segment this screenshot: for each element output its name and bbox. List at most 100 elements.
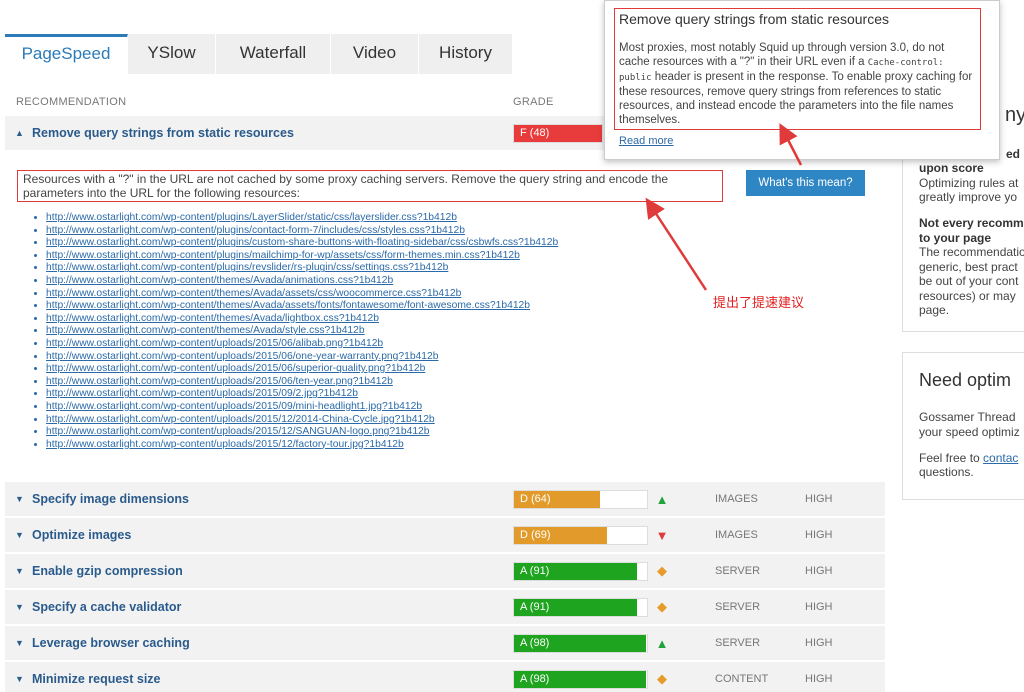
recommendation-title[interactable]: Enable gzip compression — [32, 564, 183, 578]
resource-url-link[interactable]: http://www.ostarlight.com/wp-content/the… — [46, 325, 365, 336]
resource-url-link[interactable]: http://www.ostarlight.com/wp-content/upl… — [46, 426, 430, 437]
caret-down-icon: ▼ — [15, 494, 24, 504]
resource-url-item: http://www.ostarlight.com/wp-content/plu… — [46, 212, 558, 225]
recommendation-row[interactable]: ▼ Specify image dimensions D (64) ▲ IMAGES HI… — [5, 482, 885, 516]
column-header-recommendation: RECOMMENDATION — [16, 96, 127, 108]
recommendation-title[interactable]: Specify a cache validator — [32, 600, 181, 614]
resource-url-link[interactable]: http://www.ostarlight.com/wp-content/the… — [46, 300, 530, 311]
recommendation-type: IMAGES — [715, 529, 758, 541]
resource-url-link[interactable]: http://www.ostarlight.com/wp-content/upl… — [46, 439, 404, 450]
resource-url-link[interactable]: http://www.ostarlight.com/wp-content/upl… — [46, 414, 435, 425]
side-panel-bold-fragment: ed — [1006, 147, 1021, 161]
resource-url-link[interactable]: http://www.ostarlight.com/wp-content/plu… — [46, 262, 448, 273]
grade-fill: A (98) — [514, 670, 646, 688]
recommendation-priority: HIGH — [805, 637, 833, 649]
side-panel-subheading: upon score — [919, 161, 984, 175]
side-panel-text: page. — [919, 303, 950, 317]
side-panel-text: Optimizing rules at — [919, 176, 1019, 190]
tab-pagespeed[interactable]: PageSpeed — [5, 34, 128, 74]
resource-url-link[interactable]: http://www.ostarlight.com/wp-content/upl… — [46, 401, 422, 412]
resource-url-item: http://www.ostarlight.com/wp-content/upl… — [46, 338, 558, 351]
recommendation-priority: HIGH — [805, 529, 833, 541]
recommendation-type: CONTENT — [715, 673, 769, 685]
grade-bar: D (64) — [513, 489, 648, 509]
resource-url-item: http://www.ostarlight.com/wp-content/the… — [46, 275, 558, 288]
resource-url-item: http://www.ostarlight.com/wp-content/the… — [46, 313, 558, 326]
side-panel-text: The recommendatio — [919, 245, 1024, 259]
caret-down-icon: ▼ — [15, 566, 24, 576]
resource-url-item: http://www.ostarlight.com/wp-content/upl… — [46, 439, 558, 452]
resource-url-item: http://www.ostarlight.com/wp-content/plu… — [46, 225, 558, 238]
side-panel-text: resources) or may — [919, 289, 1016, 303]
recommendation-priority: HIGH — [805, 673, 833, 685]
side-panel-subheading: to your page — [919, 231, 992, 245]
recommendation-title[interactable]: Optimize images — [32, 528, 131, 542]
recommendation-row[interactable]: ▼ Enable gzip compression A (91) ◆ SERVER HIG… — [5, 554, 885, 588]
trend-up-icon: ▲ — [655, 635, 669, 651]
resource-url-link[interactable]: http://www.ostarlight.com/wp-content/upl… — [46, 338, 383, 349]
recommendation-title[interactable]: Leverage browser caching — [32, 636, 190, 650]
resource-url-link[interactable]: http://www.ostarlight.com/wp-content/upl… — [46, 351, 438, 362]
tooltip-text-part: header is present in the response. To en… — [619, 71, 973, 126]
trend-down-icon: ▼ — [655, 527, 669, 543]
grade-fill: A (91) — [514, 598, 637, 616]
tooltip-popup: Remove query strings from static resourc… — [604, 0, 1000, 160]
resource-url-link[interactable]: http://www.ostarlight.com/wp-content/upl… — [46, 376, 393, 387]
grade-bar: A (98) — [513, 669, 648, 689]
side-panel-text: Feel free to contac — [919, 451, 1018, 466]
grade-bar: A (91) — [513, 561, 648, 581]
caret-down-icon: ▼ — [15, 638, 24, 648]
grade-fill: A (91) — [514, 562, 637, 580]
resource-url-link[interactable]: http://www.ostarlight.com/wp-content/plu… — [46, 250, 520, 261]
resource-url-link[interactable]: http://www.ostarlight.com/wp-content/plu… — [46, 237, 558, 248]
resource-url-link[interactable]: http://www.ostarlight.com/wp-content/the… — [46, 288, 461, 299]
resource-url-link[interactable]: http://www.ostarlight.com/wp-content/plu… — [46, 225, 465, 236]
grade-bar: A (98) — [513, 633, 648, 653]
recommendation-row[interactable]: ▼ Optimize images D (69) ▼ IMAGES HIGH — [5, 518, 885, 552]
whats-this-mean-button[interactable]: What's this mean? — [746, 170, 865, 196]
recommendation-type: SERVER — [715, 637, 761, 649]
recommendation-row[interactable]: ▼ Minimize request size A (98) ◆ CONTENT HIGH — [5, 662, 885, 692]
resource-url-link[interactable]: http://www.ostarlight.com/wp-content/upl… — [46, 363, 425, 374]
tab-waterfall[interactable]: Waterfall — [216, 34, 331, 74]
trend-same-icon: ◆ — [657, 563, 667, 578]
tab-yslow[interactable]: YSlow — [128, 34, 216, 74]
resource-url-item: http://www.ostarlight.com/wp-content/upl… — [46, 426, 558, 439]
trend-up-icon: ▲ — [655, 491, 669, 507]
recommendation-title[interactable]: Minimize request size — [32, 672, 161, 686]
recommendation-row[interactable]: ▼ Specify a cache validator A (91) ◆ SERVER H… — [5, 590, 885, 624]
tab-history[interactable]: History — [419, 34, 513, 74]
resource-url-list: http://www.ostarlight.com/wp-content/plu… — [34, 212, 558, 451]
resource-url-link[interactable]: http://www.ostarlight.com/wp-content/the… — [46, 313, 379, 324]
trend-same-icon: ◆ — [657, 599, 667, 614]
side-panel-text: generic, best pract — [919, 260, 1018, 274]
contact-link[interactable]: contac — [983, 451, 1018, 465]
recommendation-title[interactable]: Specify image dimensions — [32, 492, 189, 506]
column-header-grade: GRADE — [513, 96, 554, 108]
side-panel-text-fragment: Feel free to — [919, 451, 984, 465]
trend-same-icon: ◆ — [657, 671, 667, 686]
resource-url-item: http://www.ostarlight.com/wp-content/upl… — [46, 376, 558, 389]
grade-bar: F (48) — [513, 123, 603, 143]
resource-url-link[interactable]: http://www.ostarlight.com/wp-content/upl… — [46, 388, 358, 399]
recommendation-type: SERVER — [715, 601, 761, 613]
resource-url-link[interactable]: http://www.ostarlight.com/wp-content/plu… — [46, 212, 457, 223]
resource-url-item: http://www.ostarlight.com/wp-content/upl… — [46, 414, 558, 427]
side-panel-text: greatly improve yo — [919, 190, 1018, 204]
grade-bar: D (69) — [513, 525, 648, 545]
side-panel-text: Gossamer Thread — [919, 410, 1016, 424]
read-more-link[interactable]: Read more — [619, 135, 673, 147]
tab-bar: PageSpeed YSlow Waterfall Video History — [5, 34, 513, 74]
recommendation-title[interactable]: Remove query strings from static resourc… — [32, 126, 294, 140]
resource-url-link[interactable]: http://www.ostarlight.com/wp-content/the… — [46, 275, 393, 286]
resource-url-item: http://www.ostarlight.com/wp-content/upl… — [46, 351, 558, 364]
side-panel-text: your speed optimiz — [919, 425, 1020, 439]
tab-video[interactable]: Video — [331, 34, 419, 74]
annotation-note: 提出了提速建议 — [713, 295, 805, 310]
resource-url-item: http://www.ostarlight.com/wp-content/upl… — [46, 363, 558, 376]
recommendation-row[interactable]: ▼ Leverage browser caching A (98) ▲ SERVER HI… — [5, 626, 885, 660]
side-panel-subheading: Not every recomm — [919, 216, 1024, 230]
tooltip-title: Remove query strings from static resourc… — [619, 11, 889, 27]
caret-up-icon: ▲ — [15, 128, 24, 138]
caret-down-icon: ▼ — [15, 602, 24, 612]
